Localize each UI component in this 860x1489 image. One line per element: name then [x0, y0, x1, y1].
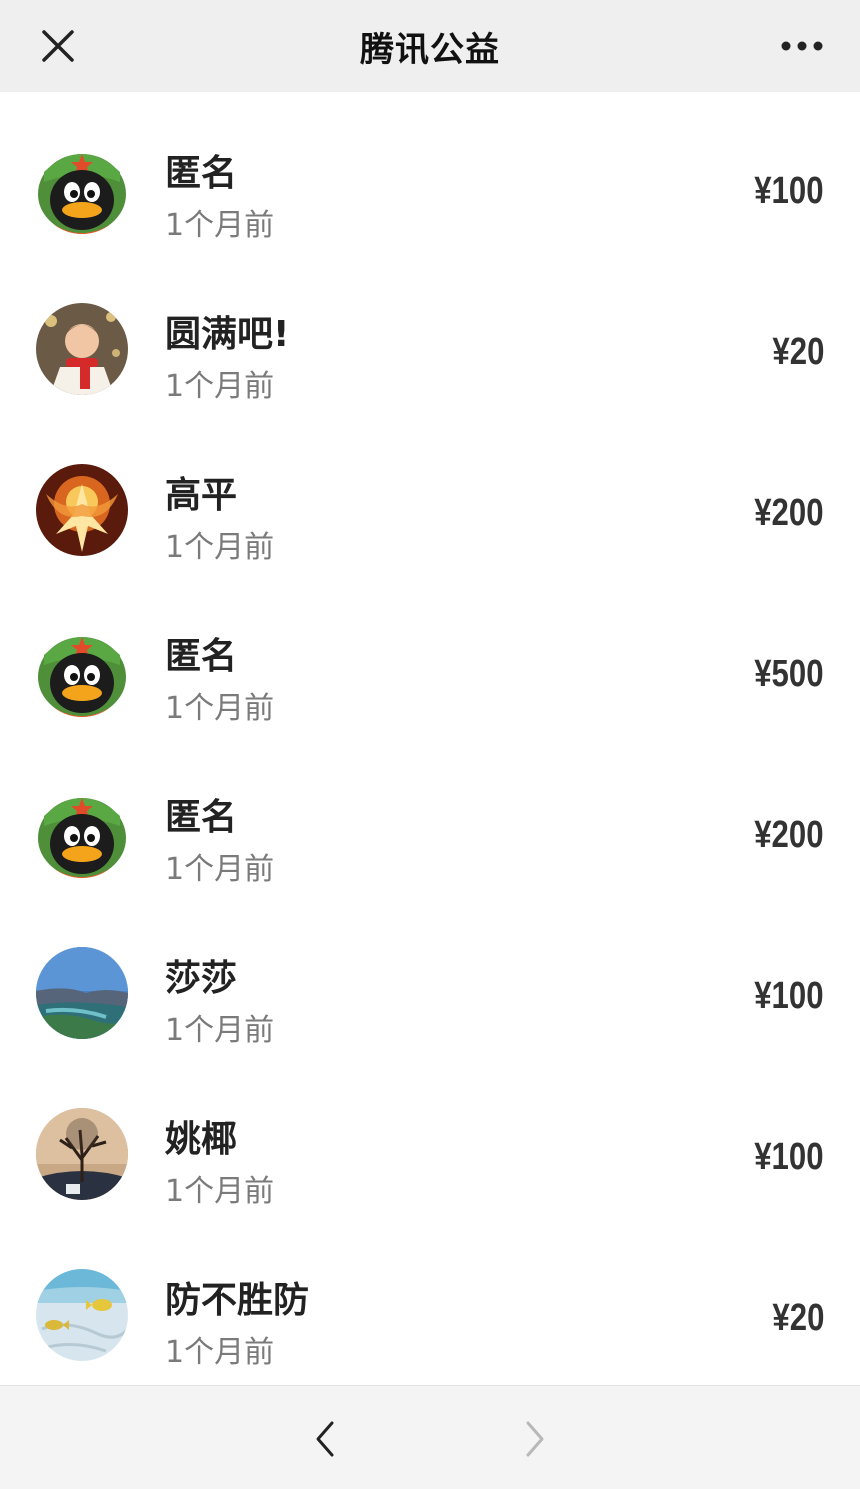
- bottom-navigation-bar: [0, 1385, 860, 1489]
- donation-time: 1个月前: [165, 1335, 275, 1370]
- donor-name: 姚椰: [165, 1119, 238, 1160]
- donor-name: 防不胜防: [165, 1280, 310, 1321]
- list-item[interactable]: 姚椰 1个月前 ¥100: [0, 1058, 860, 1219]
- donation-amount: ¥100: [754, 1136, 824, 1178]
- donation-amount: ¥200: [754, 492, 824, 534]
- more-icon: [781, 41, 823, 51]
- list-item[interactable]: 莎莎 1个月前 ¥100: [0, 897, 860, 1058]
- donation-list: 匿名 1个月前 ¥100 圆满吧! 1个月前 ¥20 高平 1个月前 ¥200 …: [0, 92, 860, 1380]
- back-button[interactable]: [300, 1414, 350, 1464]
- list-item[interactable]: 高平 1个月前 ¥200: [0, 414, 860, 575]
- top-bar: 腾讯公益: [0, 0, 860, 92]
- donor-name: 莎莎: [165, 958, 238, 999]
- donor-name: 高平: [165, 475, 238, 516]
- penguin-avatar: [36, 625, 128, 717]
- forward-button[interactable]: [510, 1414, 560, 1464]
- donor-name: 匿名: [165, 797, 238, 838]
- page-title: 腾讯公益: [360, 29, 500, 70]
- list-item[interactable]: 防不胜防 1个月前 ¥20: [0, 1219, 860, 1380]
- list-item[interactable]: 匿名 1个月前 ¥200: [0, 736, 860, 897]
- donation-time: 1个月前: [165, 1174, 275, 1209]
- chevron-left-icon: [316, 1421, 334, 1457]
- landscape-avatar: [36, 947, 128, 1039]
- donation-amount: ¥100: [754, 170, 824, 212]
- penguin-avatar: [36, 142, 128, 234]
- list-item[interactable]: 匿名 1个月前 ¥100: [0, 92, 860, 253]
- donation-time: 1个月前: [165, 530, 275, 565]
- donor-name: 匿名: [165, 636, 238, 677]
- donor-name: 圆满吧!: [165, 314, 290, 355]
- donation-time: 1个月前: [165, 208, 275, 243]
- child-photo-avatar: [36, 303, 128, 395]
- donation-time: 1个月前: [165, 691, 275, 726]
- tree-avatar: [36, 1108, 128, 1200]
- fish-avatar: [36, 1269, 128, 1361]
- more-options-button[interactable]: [774, 24, 830, 68]
- donation-amount: ¥500: [754, 653, 824, 695]
- donation-time: 1个月前: [165, 369, 275, 404]
- close-icon: [42, 30, 74, 62]
- donor-name: 匿名: [165, 153, 238, 194]
- donation-time: 1个月前: [165, 1013, 275, 1048]
- list-item[interactable]: 圆满吧! 1个月前 ¥20: [0, 253, 860, 414]
- donation-amount: ¥20: [772, 1297, 824, 1339]
- penguin-avatar: [36, 786, 128, 878]
- donation-amount: ¥100: [754, 975, 824, 1017]
- donation-amount: ¥20: [772, 331, 824, 373]
- donation-time: 1个月前: [165, 852, 275, 887]
- phoenix-fire-avatar: [36, 464, 128, 556]
- donation-amount: ¥200: [754, 814, 824, 856]
- list-item[interactable]: 匿名 1个月前 ¥500: [0, 575, 860, 736]
- close-button[interactable]: [34, 24, 82, 68]
- chevron-right-icon: [526, 1421, 544, 1457]
